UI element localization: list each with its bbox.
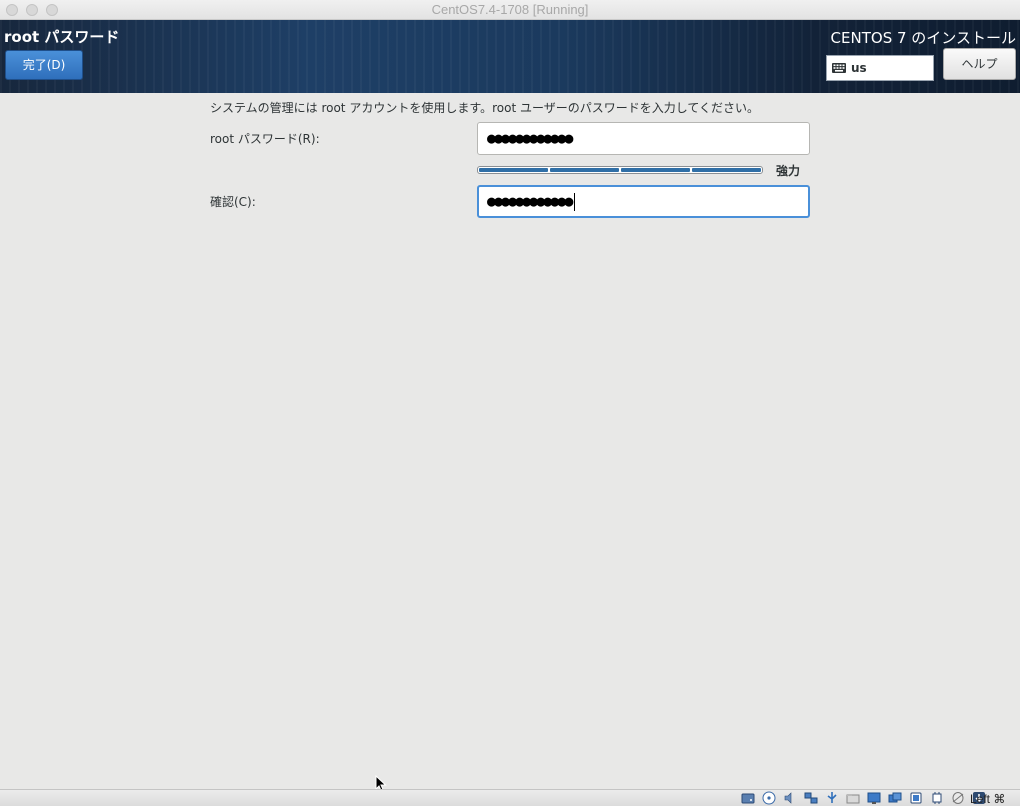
root-password-value: ●●●●●●●●●●●● bbox=[487, 129, 573, 147]
host-key-indicator: Left ⌘ bbox=[970, 792, 1006, 806]
product-title: CENTOS 7 のインストール bbox=[830, 29, 1016, 47]
hard-disk-icon[interactable] bbox=[739, 791, 756, 805]
mouse-integration-icon[interactable] bbox=[949, 791, 966, 805]
cpu-icon[interactable] bbox=[928, 791, 945, 805]
keyboard-layout-label: us bbox=[851, 61, 867, 75]
screen-capture-icon[interactable] bbox=[886, 791, 903, 805]
window-title: CentOS7.4-1708 [Running] bbox=[431, 2, 589, 17]
password-strength-label: 強力 bbox=[776, 164, 801, 178]
strength-segment bbox=[621, 168, 690, 172]
done-button[interactable]: 完了(D) bbox=[5, 50, 83, 80]
page-title: root パスワード bbox=[4, 28, 120, 46]
keyboard-icon bbox=[832, 63, 846, 73]
shared-folders-icon[interactable] bbox=[844, 791, 861, 805]
keyboard-layout-indicator[interactable]: us bbox=[826, 55, 934, 81]
network-icon[interactable] bbox=[802, 791, 819, 805]
root-password-label: root パスワード(R): bbox=[210, 132, 320, 146]
vm-status-bar: Left ⌘ bbox=[0, 789, 1020, 806]
audio-icon[interactable] bbox=[781, 791, 798, 805]
intro-text: システムの管理には root アカウントを使用します。root ユーザーのパスワ… bbox=[210, 101, 760, 115]
optical-drive-icon[interactable] bbox=[760, 791, 777, 805]
usb-icon[interactable] bbox=[823, 791, 840, 805]
password-strength-bar bbox=[477, 166, 763, 174]
confirm-password-input[interactable]: ●●●●●●●●●●●● bbox=[477, 185, 810, 218]
text-cursor bbox=[574, 192, 576, 211]
strength-segment bbox=[479, 168, 548, 172]
strength-segment bbox=[550, 168, 619, 172]
installer-header: root パスワード 完了(D) CENTOS 7 のインストール us ヘルプ bbox=[0, 20, 1020, 93]
help-button[interactable]: ヘルプ bbox=[943, 48, 1016, 80]
strength-segment bbox=[692, 168, 761, 172]
video-capture-icon[interactable] bbox=[907, 791, 924, 805]
confirm-password-value: ●●●●●●●●●●●● bbox=[487, 192, 573, 210]
display-icon[interactable] bbox=[865, 791, 882, 805]
root-password-input[interactable]: ●●●●●●●●●●●● bbox=[477, 122, 810, 155]
window-title-bar[interactable]: CentOS7.4-1708 [Running] bbox=[0, 0, 1020, 20]
confirm-password-label: 確認(C): bbox=[210, 195, 256, 209]
